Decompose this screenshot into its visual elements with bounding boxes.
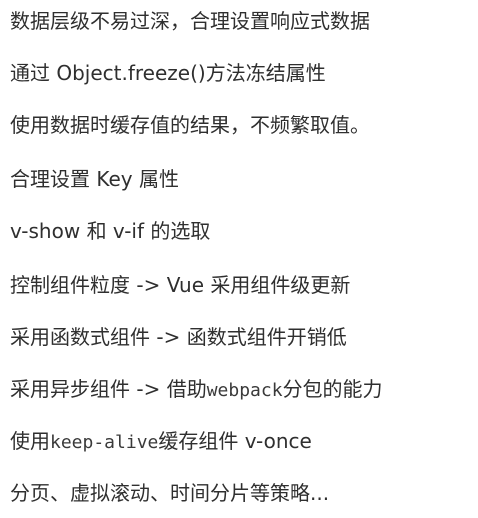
keep-alive-code: keep-alive	[50, 432, 159, 453]
tip-line-10: 分页、虚拟滚动、时间分片等策略...	[10, 481, 330, 505]
tip-line-9-suffix: 缓存组件 v-once	[158, 429, 312, 453]
tip-line-1: 数据层级不易过深，合理设置响应式数据	[10, 9, 370, 33]
tip-line-6: 控制组件粒度 -> Vue 采用组件级更新	[10, 273, 351, 297]
tip-line-9: 使用keep-alive缓存组件 v-once	[10, 426, 312, 456]
tip-line-7: 采用函数式组件 -> 函数式组件开销低	[10, 325, 347, 349]
tip-line-8-prefix: 采用异步组件 -> 借助	[10, 377, 207, 401]
webpack-code: webpack	[206, 380, 283, 401]
document-page: 数据层级不易过深，合理设置响应式数据 通过 Object.freeze()方法冻…	[0, 0, 478, 518]
tip-line-5: v-show 和 v-if 的选取	[10, 219, 211, 243]
tip-line-8: 采用异步组件 -> 借助webpack分包的能力	[10, 374, 383, 404]
tip-line-3: 使用数据时缓存值的结果，不频繁取值。	[10, 113, 370, 137]
tip-line-9-prefix: 使用	[10, 429, 50, 453]
tip-line-8-suffix: 分包的能力	[282, 377, 383, 401]
tip-line-4: 合理设置 Key 属性	[10, 167, 179, 191]
tip-line-2: 通过 Object.freeze()方法冻结属性	[10, 61, 326, 85]
